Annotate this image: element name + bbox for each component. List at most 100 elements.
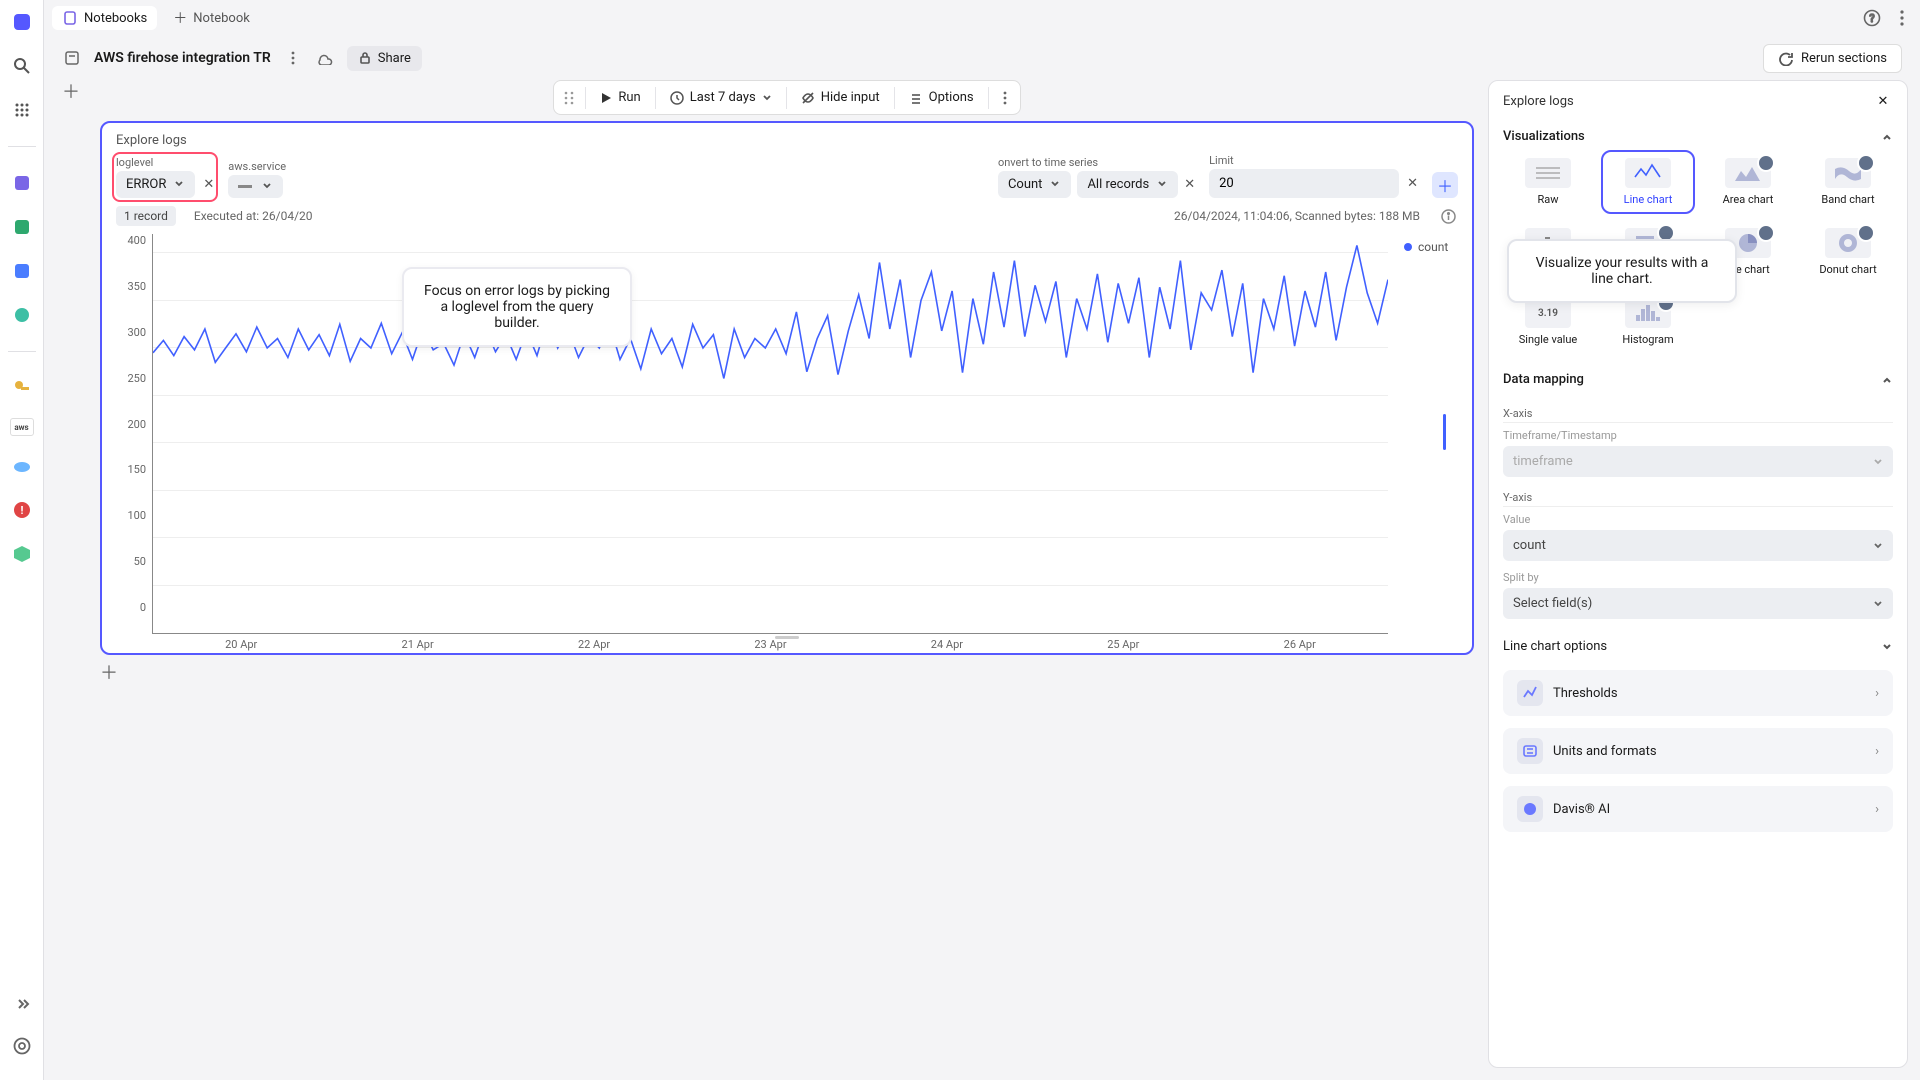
line-options-head[interactable]: Line chart options	[1489, 629, 1907, 664]
rail-item-cloud[interactable]	[8, 452, 36, 480]
logo-icon[interactable]	[8, 8, 36, 36]
y-axis: 400350300250200150100500	[116, 234, 152, 634]
limit-input[interactable]	[1209, 169, 1399, 198]
split-by-field[interactable]: Select field(s)	[1503, 588, 1893, 619]
brush-handle[interactable]	[1443, 414, 1446, 450]
add-section-top[interactable]: ＋	[62, 84, 80, 102]
chevron-down-icon	[1157, 179, 1168, 190]
split-by-value: Select field(s)	[1513, 596, 1592, 611]
chart-plot[interactable]: 20 Apr21 Apr22 Apr23 Apr24 Apr25 Apr26 A…	[152, 234, 1388, 634]
search-icon[interactable]	[8, 52, 36, 80]
doc-title[interactable]: AWS firehose integration TR	[94, 50, 271, 66]
plus-icon: ＋	[173, 8, 187, 28]
davis-icon	[1517, 796, 1543, 822]
doc-type-icon[interactable]	[62, 48, 82, 68]
play-icon	[600, 92, 612, 104]
units-row[interactable]: Units and formats ›	[1503, 728, 1893, 774]
viz-label: Raw	[1537, 193, 1558, 206]
chevron-down-icon	[262, 181, 273, 192]
tab-notebooks[interactable]: Notebooks	[52, 6, 157, 30]
tab-label: Notebooks	[84, 11, 147, 26]
share-button[interactable]: Share	[347, 46, 422, 71]
viz-raw[interactable]: Raw	[1503, 152, 1593, 212]
thresholds-label: Thresholds	[1553, 686, 1618, 701]
remove-filter-loglevel[interactable]: ✕	[203, 177, 214, 192]
chevron-down-icon	[1881, 641, 1893, 653]
data-mapping-head[interactable]: Data mapping	[1489, 364, 1907, 395]
chevron-up-icon	[1881, 374, 1893, 386]
rerun-label: Rerun sections	[1801, 51, 1887, 66]
chevron-down-icon	[1050, 179, 1061, 190]
viz-label: Single value	[1519, 333, 1578, 346]
timeframe-picker[interactable]: Last 7 days	[660, 84, 782, 111]
davis-row[interactable]: Davis® AI ›	[1503, 786, 1893, 832]
run-button[interactable]: Run	[590, 84, 650, 111]
chevron-down-icon	[1873, 599, 1883, 609]
viz-label: Donut chart	[1819, 263, 1876, 276]
vertical-dots-icon	[1003, 91, 1007, 105]
chevron-down-icon	[762, 93, 772, 103]
drag-handle-icon[interactable]	[557, 90, 581, 106]
viz-donut[interactable]: Donut chart	[1803, 222, 1893, 282]
section-toolbar: Run Last 7 days Hide input	[553, 80, 1020, 115]
viz-line[interactable]: Line chart	[1603, 152, 1693, 212]
section-more-button[interactable]	[993, 85, 1017, 111]
new-tab-label: Notebook	[193, 11, 250, 26]
clock-icon	[670, 91, 684, 105]
records-value: All records	[1087, 177, 1149, 192]
agg-pill[interactable]: Count	[998, 171, 1071, 198]
hide-input-button[interactable]: Hide input	[791, 84, 890, 111]
run-label: Run	[618, 90, 640, 105]
add-filter-button[interactable]: ＋	[1432, 172, 1458, 198]
filter-pill-loglevel[interactable]: ERROR	[116, 171, 195, 198]
apps-icon[interactable]	[8, 96, 36, 124]
remove-convert[interactable]: ✕	[1184, 177, 1195, 192]
viz-label: Histogram	[1622, 333, 1673, 346]
cloud-sync-icon[interactable]	[315, 48, 335, 68]
thresholds-icon	[1517, 680, 1543, 706]
executed-prefix: Executed at: 26/04/20	[194, 209, 313, 223]
options-button[interactable]: Options	[899, 84, 984, 111]
viz-heading: Visualizations	[1503, 129, 1585, 144]
filter-label-convert: onvert to time series	[998, 156, 1195, 169]
rail-item-aws[interactable]: aws	[10, 418, 34, 436]
viz-label: Area chart	[1723, 193, 1774, 206]
chevron-down-icon	[1873, 541, 1883, 551]
rail-item-2[interactable]	[8, 213, 36, 241]
agg-value: Count	[1008, 177, 1042, 192]
rail-item-3[interactable]	[8, 257, 36, 285]
rail-item-1[interactable]	[8, 169, 36, 197]
help-icon[interactable]: ?	[1862, 8, 1882, 28]
add-section-bottom[interactable]: ＋	[100, 665, 1474, 683]
rail-item-hex[interactable]	[8, 540, 36, 568]
x-axis-field[interactable]: timeframe	[1503, 446, 1893, 477]
close-panel-button[interactable]: ✕	[1873, 91, 1893, 111]
legend-label: count	[1418, 240, 1448, 254]
more-icon[interactable]	[283, 48, 303, 68]
chevron-down-icon	[1873, 457, 1883, 467]
share-label: Share	[378, 51, 411, 66]
y-axis-field[interactable]: count	[1503, 530, 1893, 561]
remove-limit[interactable]: ✕	[1407, 176, 1418, 191]
expand-rail-icon[interactable]	[8, 990, 36, 1018]
rail-item-key[interactable]	[8, 374, 36, 402]
menu-icon[interactable]	[1892, 8, 1912, 28]
viz-band[interactable]: Band chart	[1803, 152, 1893, 212]
thresholds-row[interactable]: Thresholds ›	[1503, 670, 1893, 716]
viz-label: Line chart	[1624, 193, 1673, 206]
nav-rail: aws !	[0, 0, 44, 1080]
rail-item-alert[interactable]: !	[8, 496, 36, 524]
viz-area[interactable]: Area chart	[1703, 152, 1793, 212]
refresh-icon	[1778, 51, 1793, 66]
viz-label: Band chart	[1821, 193, 1874, 206]
rail-item-4[interactable]	[8, 301, 36, 329]
new-notebook-tab[interactable]: ＋ Notebook	[163, 4, 260, 32]
split-by-label: Split by	[1503, 571, 1893, 584]
info-icon[interactable]	[1438, 206, 1458, 226]
right-panel: Explore logs ✕ Visualizations Visualize …	[1488, 80, 1908, 1068]
filter-pill-service[interactable]	[228, 175, 283, 198]
rerun-button[interactable]: Rerun sections	[1763, 44, 1902, 73]
records-pill[interactable]: All records	[1077, 171, 1178, 198]
settings-icon[interactable]	[8, 1032, 36, 1060]
viz-section-head[interactable]: Visualizations	[1489, 121, 1907, 152]
